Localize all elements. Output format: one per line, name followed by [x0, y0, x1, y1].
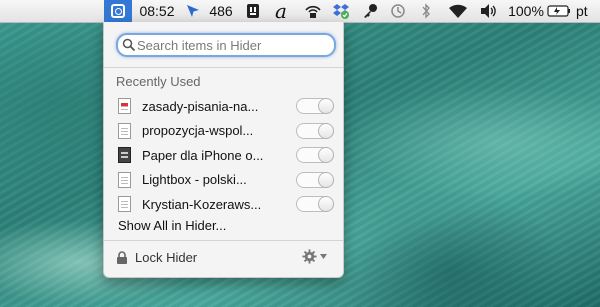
search-field[interactable] [116, 33, 336, 57]
hide-toggle[interactable] [296, 171, 334, 188]
document-red-icon [118, 98, 131, 115]
settings-menu-button[interactable] [302, 249, 327, 264]
item-label: Paper dla iPhone o... [142, 147, 264, 163]
list-item[interactable]: Lightbox - polski... [104, 168, 343, 193]
volume-icon[interactable] [478, 0, 500, 22]
hider-popover: Recently Used zasady-pisania-na... propo… [103, 22, 344, 278]
document-icon [118, 171, 131, 188]
chevron-down-icon [320, 254, 327, 259]
lock-icon [117, 251, 127, 264]
recent-items-list: zasady-pisania-na... propozycja-wspol...… [104, 94, 343, 217]
document-dark-icon [118, 147, 131, 164]
wifi-icon[interactable] [446, 0, 470, 22]
list-item[interactable]: zasady-pisania-na... [104, 94, 343, 119]
input-source-menu[interactable]: pt [576, 0, 600, 22]
divider [104, 67, 343, 68]
list-item[interactable]: propozycja-wspol... [104, 119, 343, 144]
list-item[interactable]: Paper dla iPhone o... [104, 143, 343, 168]
item-label: zasady-pisania-na... [142, 98, 259, 114]
divider [104, 240, 343, 241]
item-label: Lightbox - polski... [142, 172, 247, 188]
clock[interactable]: 08:52 [135, 0, 179, 22]
list-item[interactable]: Krystian-Kozeraws... [104, 192, 343, 217]
wireless-icon[interactable] [302, 0, 324, 22]
time-machine-icon[interactable] [388, 0, 408, 22]
hider-menu-extra[interactable] [104, 0, 132, 22]
item-label: propozycja-wspol... [142, 123, 254, 139]
dropbox-icon[interactable] [330, 0, 352, 22]
search-icon [122, 38, 136, 52]
hider-icon [111, 4, 125, 18]
menu-bar: 08:52 486 a 100% pt [0, 0, 600, 23]
lock-label: Lock Hider [135, 250, 198, 265]
cursor-count: 486 [209, 3, 233, 19]
cursor-icon[interactable] [183, 0, 203, 22]
bluetooth-icon[interactable] [418, 0, 434, 22]
hide-toggle[interactable] [296, 98, 334, 115]
gear-icon [302, 249, 317, 264]
script-a-icon[interactable]: a [270, 0, 292, 23]
key-icon[interactable] [360, 0, 380, 22]
document-icon [118, 196, 131, 213]
hide-toggle[interactable] [296, 122, 334, 139]
app-icon[interactable] [243, 0, 263, 22]
show-all-link[interactable]: Show All in Hider... [118, 218, 226, 233]
battery-icon[interactable] [546, 0, 572, 22]
document-icon [118, 122, 131, 139]
item-label: Krystian-Kozeraws... [142, 196, 262, 212]
hide-toggle[interactable] [296, 147, 334, 164]
lock-hider-button[interactable]: Lock Hider [116, 250, 197, 265]
battery-percent: 100% [508, 3, 544, 19]
recently-used-heading: Recently Used [116, 74, 201, 89]
hide-toggle[interactable] [296, 196, 334, 213]
search-input[interactable] [136, 37, 327, 53]
